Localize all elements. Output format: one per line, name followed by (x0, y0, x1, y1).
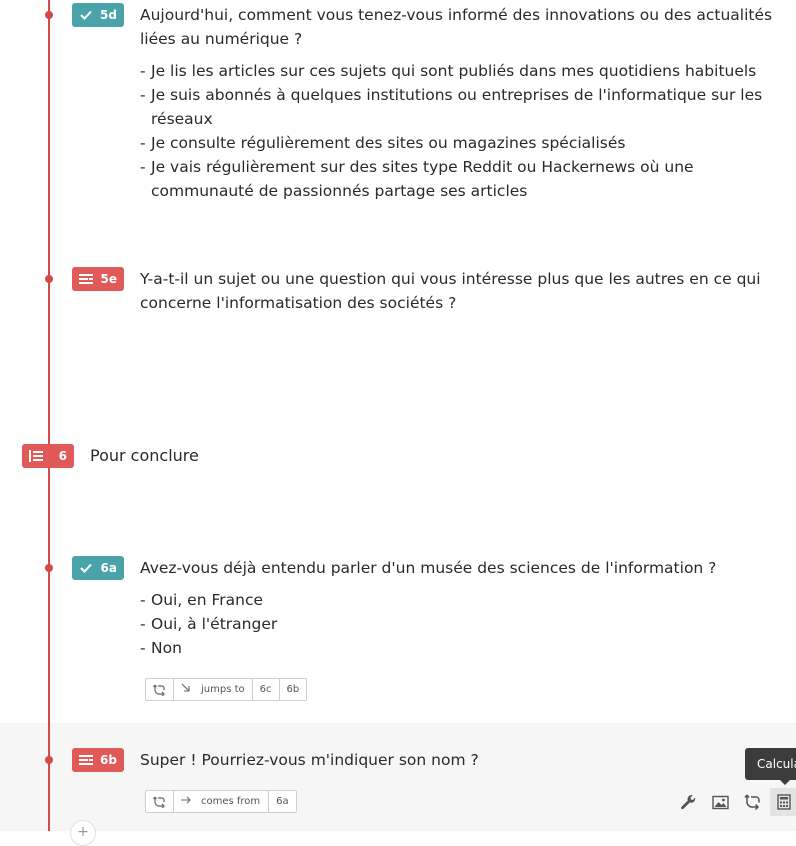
add-question-button[interactable]: + (70, 820, 96, 846)
section-badge-6[interactable]: 6 (22, 444, 74, 468)
answer-item[interactable]: - Non (140, 636, 790, 660)
arrow-down-right-icon (181, 683, 191, 696)
answer-item[interactable]: - Je suis abonnés à quelques institutions… (140, 83, 790, 131)
check-icon (72, 562, 100, 574)
question-badge-6b[interactable]: 6b (72, 748, 124, 772)
logic-target[interactable]: 6c (251, 679, 279, 700)
logic-target[interactable]: 6b (278, 679, 307, 700)
logic-target[interactable]: 6a (268, 791, 296, 812)
question-number: 6a (100, 561, 117, 575)
question-text-5e[interactable]: Y-a-t-il un sujet ou une question qui vo… (140, 267, 790, 315)
list-icon (22, 450, 50, 462)
tooltip-arrow (780, 780, 790, 785)
text-lines-icon (72, 273, 100, 285)
check-icon (72, 9, 100, 21)
question-number: 5d (100, 8, 117, 22)
section-title[interactable]: Pour conclure (90, 444, 199, 468)
question-text-6b[interactable]: Super ! Pourriez-vous m'indiquer son nom… (140, 748, 660, 772)
answer-list-5d: - Je lis les articles sur ces sujets qui … (140, 59, 790, 203)
hover-highlight-row (0, 723, 796, 831)
logic-icon[interactable] (741, 791, 763, 813)
question-number: 6b (100, 753, 117, 767)
logic-icon (146, 679, 173, 700)
timeline-dot (45, 275, 53, 283)
text-lines-icon (72, 754, 100, 766)
section-number: 6 (58, 449, 67, 463)
answer-item[interactable]: - Je vais régulièrement sur des sites typ… (140, 155, 790, 203)
tooltip: Calcula (745, 748, 796, 780)
arrow-right-icon (181, 795, 191, 808)
wrench-icon[interactable] (677, 791, 699, 813)
answer-list-6a: - Oui, en France - Oui, à l'étranger - Non (140, 588, 790, 660)
question-badge-5d[interactable]: 5d (72, 3, 124, 27)
logic-label: comes from (173, 791, 268, 812)
answer-item[interactable]: - Oui, en France (140, 588, 790, 612)
logic-chip-6a[interactable]: jumps to 6c 6b (145, 678, 308, 701)
timeline-dot (45, 11, 53, 19)
answer-item[interactable]: - Je consulte régulièrement des sites ou … (140, 131, 790, 155)
answer-item[interactable]: - Oui, à l'étranger (140, 612, 790, 636)
timeline-line (48, 0, 50, 831)
question-text-6a[interactable]: Avez-vous déjà entendu parler d'un musée… (140, 556, 790, 580)
image-icon[interactable] (709, 791, 731, 813)
logic-chip-6b[interactable]: comes from 6a (145, 790, 297, 813)
timeline-dot (45, 756, 53, 764)
answer-item[interactable]: - Je lis les articles sur ces sujets qui … (140, 59, 790, 83)
logic-label: jumps to (173, 679, 252, 700)
question-text-5d[interactable]: Aujourd'hui, comment vous tenez-vous inf… (140, 3, 790, 51)
calculator-icon[interactable] (773, 791, 795, 813)
logic-icon (146, 791, 173, 812)
question-badge-5e[interactable]: 5e (72, 267, 124, 291)
question-badge-6a[interactable]: 6a (72, 556, 124, 580)
timeline-dot (45, 564, 53, 572)
question-number: 5e (100, 272, 118, 286)
